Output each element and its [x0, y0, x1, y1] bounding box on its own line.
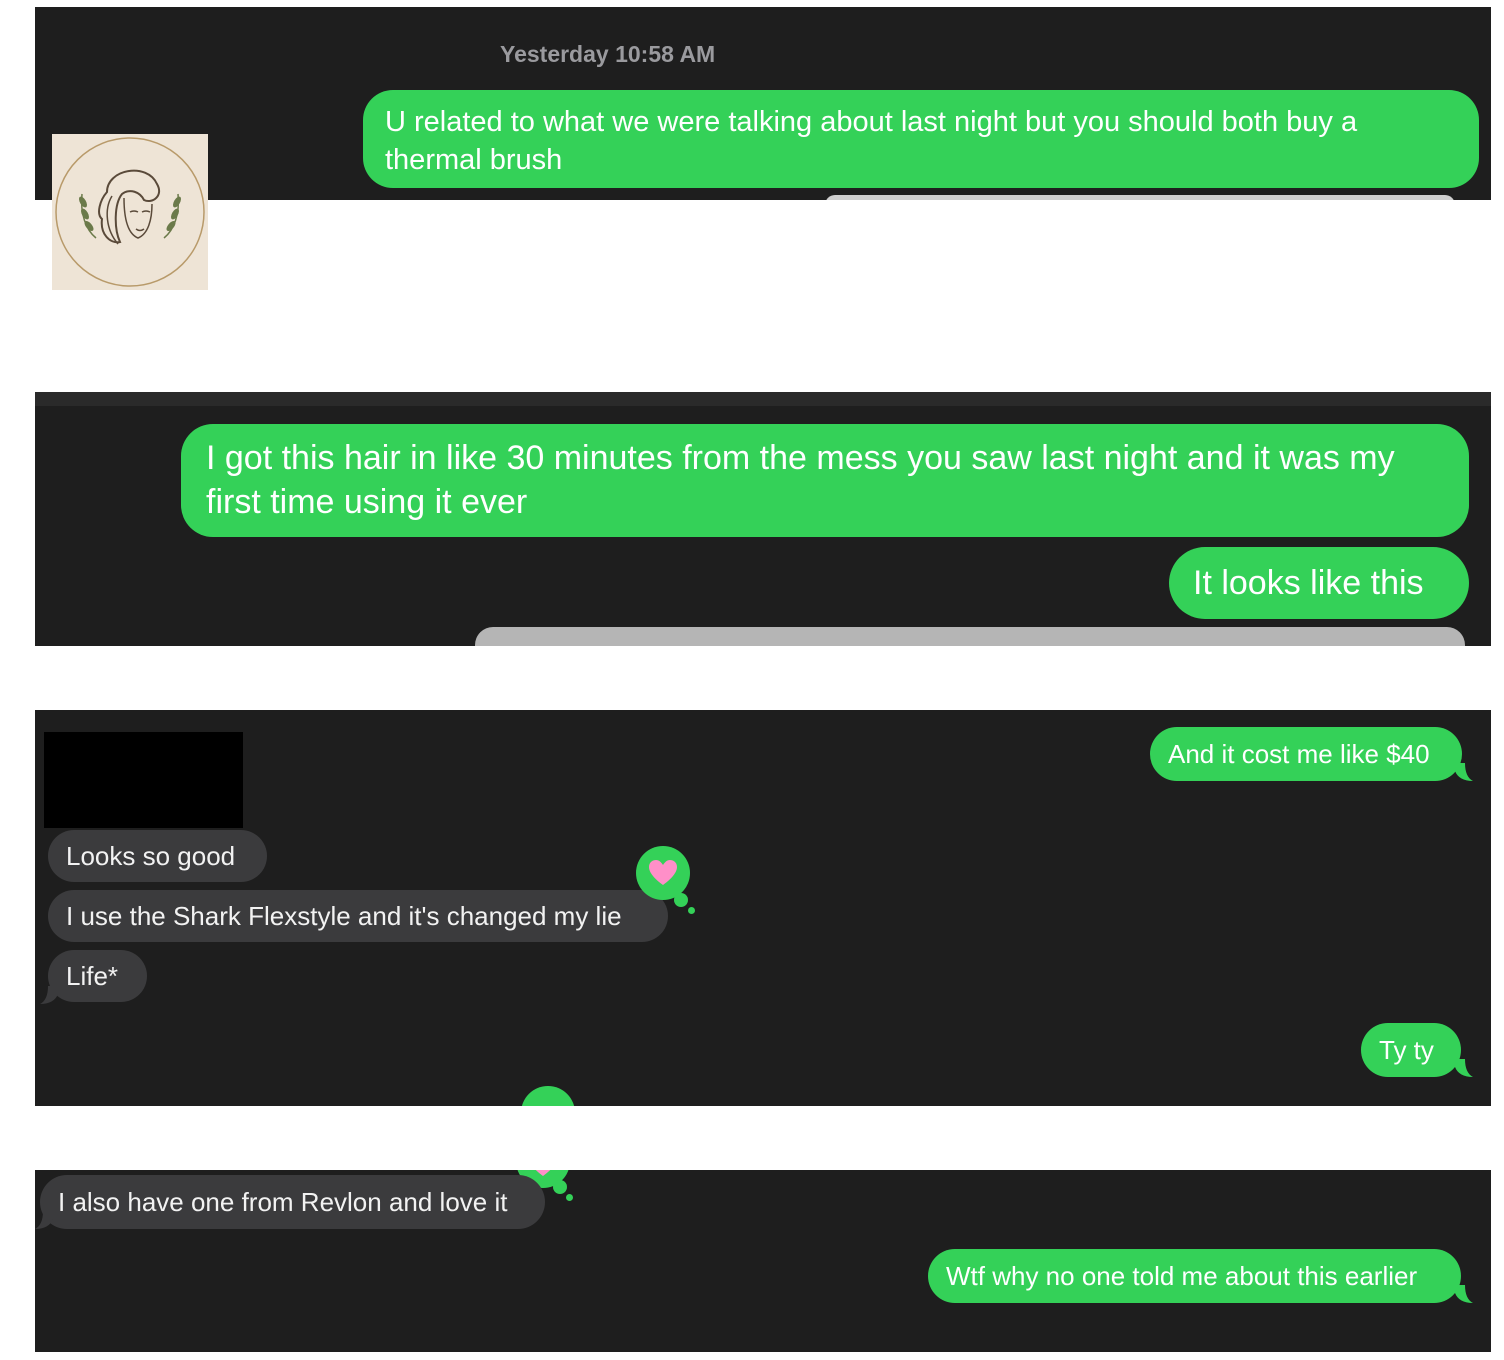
bubble-tail	[35, 1211, 53, 1229]
sent-message[interactable]: Wtf why no one told me about this earlie…	[928, 1249, 1461, 1303]
redacted-block	[44, 732, 243, 828]
message-text: Wtf why no one told me about this earlie…	[946, 1261, 1418, 1291]
received-message[interactable]: Looks so good	[48, 830, 267, 882]
message-text: It looks like this	[1193, 564, 1424, 602]
chat-panel-4: I also have one from Revlon and love it …	[35, 1170, 1491, 1352]
reaction-tail-dot	[553, 1180, 567, 1194]
message-text: And it cost me like $40	[1168, 739, 1430, 769]
sent-message[interactable]: I got this hair in like 30 minutes from …	[181, 424, 1469, 537]
reaction-tail-dot	[688, 907, 695, 914]
reaction-tail-dot	[674, 893, 688, 907]
message-text: Ty ty	[1379, 1035, 1434, 1065]
sent-message[interactable]: It looks like this	[1169, 547, 1469, 619]
chat-panel-3: And it cost me like $40 Looks so good I …	[35, 710, 1491, 1106]
reaction-tail-dot	[566, 1194, 573, 1201]
bubble-tail	[1455, 763, 1473, 781]
attached-photo-peek[interactable]	[475, 627, 1465, 646]
attached-photo-peek[interactable]	[825, 195, 1455, 200]
heart-reaction-icon[interactable]	[636, 846, 690, 900]
message-text: I got this hair in like 30 minutes from …	[206, 439, 1395, 521]
sent-message[interactable]: Ty ty	[1361, 1023, 1461, 1077]
received-message[interactable]: I also have one from Revlon and love it	[40, 1175, 545, 1229]
sent-message[interactable]: And it cost me like $40	[1150, 727, 1462, 781]
message-text: Looks so good	[66, 841, 236, 871]
message-text: I also have one from Revlon and love it	[58, 1187, 508, 1217]
woman-portrait-logo-icon	[52, 134, 208, 290]
bubble-tail	[40, 986, 58, 1004]
chat-panel-1: Yesterday 10:58 AM U related to what we …	[35, 7, 1491, 200]
received-message[interactable]: Life*	[48, 950, 147, 1002]
chat-panel-2: I got this hair in like 30 minutes from …	[35, 392, 1491, 646]
sent-message[interactable]: U related to what we were talking about …	[363, 90, 1479, 188]
photo-bottom-edge	[35, 392, 1491, 406]
heart-reaction-icon[interactable]	[521, 1086, 575, 1106]
bubble-tail	[1455, 1059, 1473, 1077]
message-timestamp: Yesterday 10:58 AM	[500, 41, 716, 67]
received-message[interactable]: I use the Shark Flexstyle and it's chang…	[48, 890, 668, 942]
message-text: U related to what we were talking about …	[385, 106, 1358, 176]
message-text: Life*	[66, 961, 119, 991]
message-text: I use the Shark Flexstyle and it's chang…	[66, 901, 622, 931]
bubble-tail	[1455, 1285, 1473, 1303]
